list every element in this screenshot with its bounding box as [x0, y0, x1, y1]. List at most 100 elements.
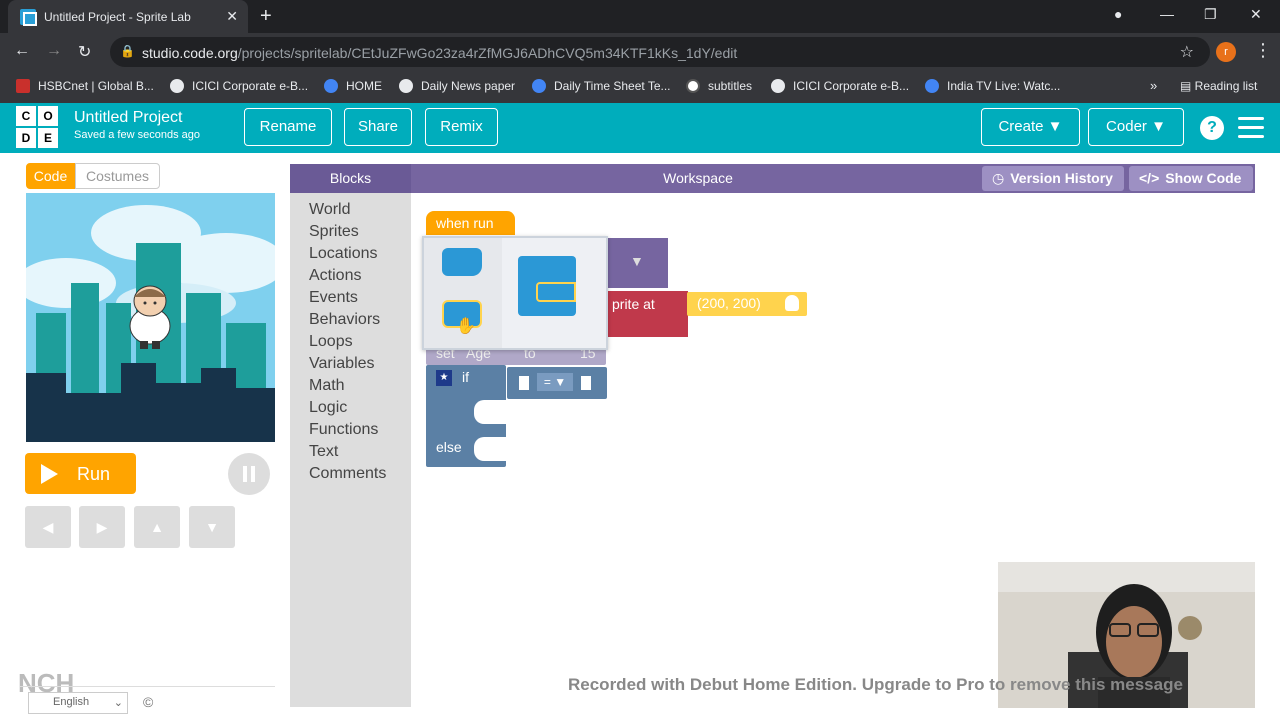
- create-dropdown[interactable]: Create ▼: [981, 108, 1080, 146]
- workspace-header: Blocks Workspace ◷ Version History </> Sho…: [290, 164, 1255, 193]
- category-logic[interactable]: Logic: [309, 399, 347, 417]
- down-arrow-button[interactable]: ▼: [189, 506, 235, 548]
- dropdown-arrow-icon[interactable]: ▼: [630, 253, 644, 269]
- bookmark-item[interactable]: subtitles: [686, 79, 752, 93]
- location-value[interactable]: (200, 200): [687, 292, 807, 316]
- tab-costumes[interactable]: Costumes: [75, 163, 160, 189]
- rename-button[interactable]: Rename: [244, 108, 332, 146]
- mutator-gear-icon[interactable]: ★: [436, 370, 452, 386]
- restore-icon[interactable]: ❐: [1204, 6, 1217, 23]
- profile-avatar[interactable]: r: [1216, 42, 1236, 62]
- chevron-down-icon: ▼: [1151, 118, 1166, 135]
- make-sprite-block[interactable]: ▼: [606, 238, 668, 288]
- tab-close-icon[interactable]: ✕: [226, 8, 238, 25]
- bookmark-item[interactable]: India TV Live: Watc...: [925, 79, 1060, 93]
- if-else-block[interactable]: ★ if else: [426, 365, 506, 467]
- else-if-piece[interactable]: [442, 248, 482, 276]
- category-text[interactable]: Text: [309, 443, 338, 461]
- app-header: C O D E Untitled Project Saved a few sec…: [0, 103, 1280, 153]
- share-button[interactable]: Share: [344, 108, 412, 146]
- compare-left-socket: [519, 376, 529, 390]
- play-icon: [41, 464, 58, 484]
- category-comments[interactable]: Comments: [309, 465, 386, 483]
- bookmarks-overflow-icon[interactable]: »: [1150, 78, 1157, 93]
- code-icon: </>: [1139, 170, 1160, 186]
- browser-menu-icon[interactable]: ⋮: [1254, 40, 1272, 61]
- category-locations[interactable]: Locations: [309, 245, 378, 263]
- tab-search-icon[interactable]: ●: [1114, 6, 1122, 22]
- chevron-down-icon: ▼: [1047, 118, 1063, 135]
- back-icon[interactable]: ←: [14, 42, 30, 60]
- wordpress-icon: [686, 79, 700, 93]
- chevron-down-icon: ⌄: [113, 697, 123, 709]
- workspace-title: Workspace: [663, 170, 733, 186]
- reload-icon[interactable]: ↻: [78, 42, 91, 62]
- category-events[interactable]: Events: [309, 289, 358, 307]
- codeorg-favicon-icon: [20, 9, 37, 26]
- mutator-flyout[interactable]: ✋: [422, 236, 608, 350]
- save-status: Saved a few seconds ago: [74, 129, 200, 141]
- up-arrow-button[interactable]: ▲: [134, 506, 180, 548]
- forward-icon[interactable]: →: [46, 42, 62, 60]
- timesheet-icon: [532, 79, 546, 93]
- bookmark-item[interactable]: HSBCnet | Global B...: [16, 79, 154, 93]
- sprite-at-block[interactable]: prite at: [606, 291, 688, 337]
- recording-watermark: Recorded with Debut Home Edition. Upgrad…: [568, 675, 1183, 694]
- lightbulb-icon[interactable]: [785, 295, 799, 311]
- version-history-button[interactable]: ◷ Version History: [982, 166, 1124, 191]
- language-select[interactable]: English ⌄: [28, 692, 128, 714]
- right-arrow-button[interactable]: ▶: [79, 506, 125, 548]
- new-tab-button[interactable]: +: [260, 5, 272, 28]
- copyright-icon[interactable]: ©: [143, 694, 153, 710]
- bookmark-star-icon[interactable]: ☆: [1180, 42, 1194, 62]
- remix-button[interactable]: Remix: [425, 108, 498, 146]
- bookmark-item[interactable]: Daily News paper: [399, 79, 515, 93]
- game-stage[interactable]: [26, 193, 275, 442]
- category-loops[interactable]: Loops: [309, 333, 353, 351]
- omnibox[interactable]: 🔒 studio.code.org/projects/spritelab/CEt…: [110, 37, 1210, 67]
- bookmark-item[interactable]: ICICI Corporate e-B...: [771, 79, 909, 93]
- bookmark-item[interactable]: HOME: [324, 79, 382, 93]
- globe-icon: [170, 79, 184, 93]
- bookmarks-bar: HSBCnet | Global B... ICICI Corporate e-…: [0, 71, 1280, 103]
- coder-dropdown[interactable]: Coder ▼: [1088, 108, 1184, 146]
- tab-code[interactable]: Code: [26, 163, 75, 189]
- run-button[interactable]: Run: [25, 453, 136, 494]
- hsbc-icon: [16, 79, 30, 93]
- hamburger-menu-icon[interactable]: [1238, 117, 1264, 139]
- minimize-icon[interactable]: —: [1160, 6, 1174, 22]
- category-variables[interactable]: Variables: [309, 355, 375, 373]
- close-window-icon[interactable]: ✕: [1250, 6, 1262, 23]
- compare-block[interactable]: = ▼: [507, 367, 607, 399]
- globe-icon: [399, 79, 413, 93]
- bookmark-item[interactable]: Daily Time Sheet Te...: [532, 79, 671, 93]
- codeorg-logo[interactable]: C O D E: [16, 106, 60, 150]
- left-arrow-button[interactable]: ◀: [25, 506, 71, 548]
- else-slot: [474, 437, 506, 461]
- show-code-button[interactable]: </> Show Code: [1129, 166, 1253, 191]
- when-run-block[interactable]: when run: [426, 211, 515, 235]
- bookmark-item[interactable]: ICICI Corporate e-B...: [170, 79, 308, 93]
- project-title: Untitled Project: [74, 109, 183, 126]
- category-actions[interactable]: Actions: [309, 267, 361, 285]
- play-icon: [324, 79, 338, 93]
- tab-title: Untitled Project - Sprite Lab: [44, 10, 191, 24]
- clock-icon: ◷: [992, 170, 1005, 186]
- category-sprites[interactable]: Sprites: [309, 223, 359, 241]
- browser-tab-strip: Untitled Project - Sprite Lab ✕ + ● — ❐ …: [0, 0, 1280, 33]
- category-functions[interactable]: Functions: [309, 421, 378, 439]
- url-text: studio.code.org/projects/spritelab/CEtJu…: [142, 45, 738, 61]
- category-math[interactable]: Math: [309, 377, 345, 395]
- category-world[interactable]: World: [309, 201, 351, 219]
- pause-button[interactable]: [228, 453, 270, 495]
- lock-icon: 🔒: [120, 44, 135, 58]
- operator-dropdown[interactable]: = ▼: [537, 373, 573, 391]
- help-icon[interactable]: ?: [1200, 116, 1224, 140]
- browser-tab[interactable]: Untitled Project - Sprite Lab ✕: [8, 0, 248, 33]
- globe-icon: [771, 79, 785, 93]
- category-behaviors[interactable]: Behaviors: [309, 311, 380, 329]
- if-container-piece[interactable]: [518, 256, 576, 316]
- reading-list-button[interactable]: ▤ Reading list: [1180, 79, 1257, 93]
- block-toolbox: World Sprites Locations Actions Events B…: [290, 193, 411, 707]
- container-slot: [536, 282, 576, 302]
